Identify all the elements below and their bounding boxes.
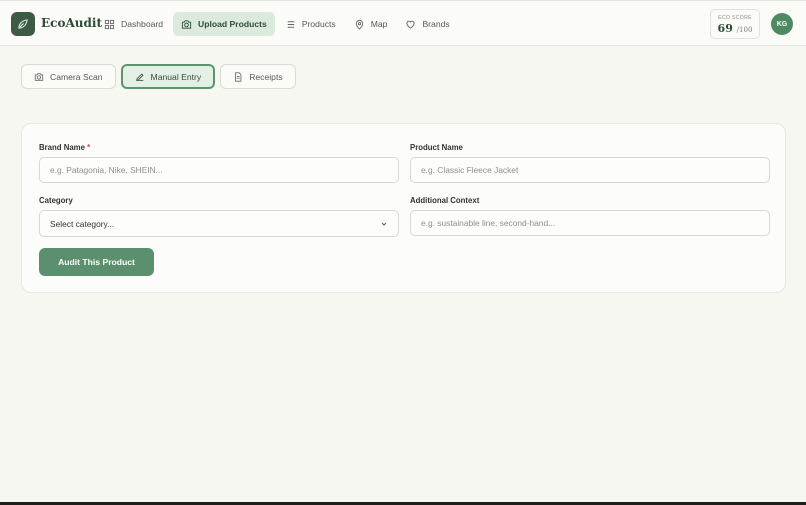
upload-mode-tabs: Camera Scan Manual Entry Receipts [21,64,296,89]
nav-label: Dashboard [121,19,164,29]
nav-label: Products [301,19,336,29]
nav-item-products[interactable]: Products [277,12,344,36]
nav-item-dashboard[interactable]: Dashboard [96,12,171,36]
additional-context-label: Additional Context [410,196,480,205]
eco-score-badge: ECO SCORE 69 /100 [710,9,760,39]
chevron-down-icon [381,222,387,226]
map-pin-icon [355,19,363,30]
eco-score-value: 69 /100 [717,22,753,35]
nav-label: Map [370,19,388,29]
nav-item-brands[interactable]: Brands [397,12,457,36]
heart-icon [406,20,416,29]
brand-name-input[interactable]: e.g. Patagonia, Nike, SHEIN... [39,157,399,183]
eco-score-label: ECO SCORE [718,15,752,21]
tab-receipts[interactable]: Receipts [220,64,296,89]
additional-context-input[interactable]: e.g. sustainable line, second-hand... [410,210,770,236]
pencil-icon [135,72,144,81]
category-label: Category [39,196,73,205]
camera-icon [181,19,192,29]
app-name: EcoAudit [41,16,102,30]
nav-item-map[interactable]: Map [346,12,396,36]
app-logo[interactable] [11,12,35,36]
leaf-icon [18,19,28,29]
main-nav: Dashboard Upload Products Products Map B… [96,12,460,36]
tab-manual-entry[interactable]: Manual Entry [120,64,216,89]
grid-icon [104,19,115,29]
top-navigation-bar: EcoAudit Dashboard Upload Products Produ… [0,0,806,46]
product-name-input[interactable]: e.g. Classic Fleece Jacket [410,157,770,183]
product-name-label: Product Name [410,143,463,152]
tab-camera-scan[interactable]: Camera Scan [21,64,116,89]
tab-label: Receipts [249,71,283,82]
manual-entry-form: Brand Name * e.g. Patagonia, Nike, SHEIN… [21,123,786,293]
nav-label: Upload Products [198,19,267,29]
category-select-value: Select category... [50,218,115,229]
brand-name-label: Brand Name * [39,143,91,152]
list-icon [287,20,294,28]
document-icon [235,71,242,82]
audit-product-button[interactable]: Audit This Product [39,248,154,276]
camera-icon [34,72,44,81]
nav-label: Brands [422,19,450,29]
nav-item-upload-products[interactable]: Upload Products [173,12,275,36]
tab-label: Manual Entry [150,71,202,82]
user-avatar[interactable]: KG [771,13,793,35]
category-select[interactable]: Select category... [39,210,399,237]
tab-label: Camera Scan [50,71,103,82]
required-marker: * [87,143,91,152]
